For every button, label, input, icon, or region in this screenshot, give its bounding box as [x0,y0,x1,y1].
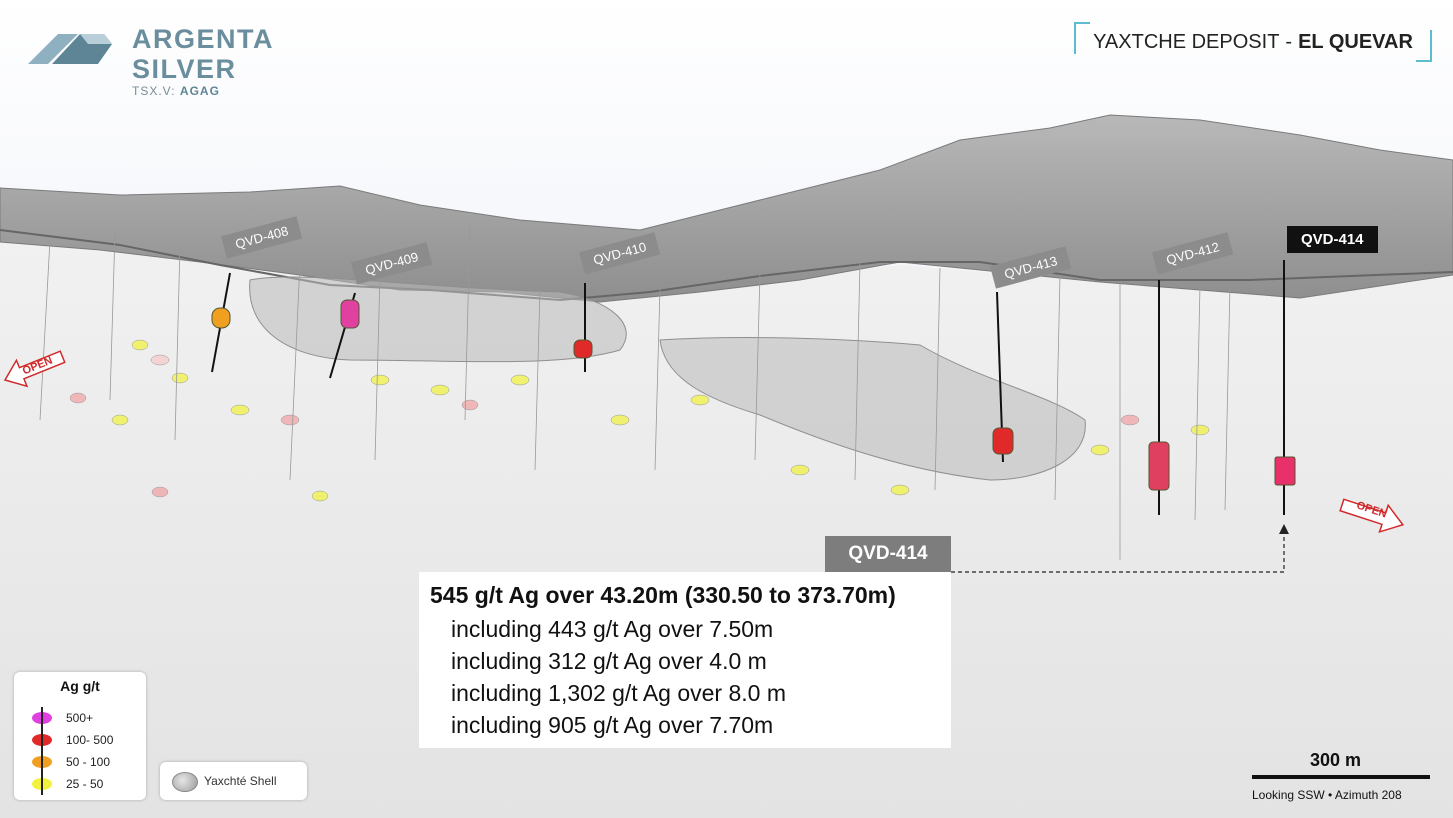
assay-callout: 545 g/t Ag over 43.20m (330.50 to 373.70… [419,572,951,748]
legend-label: 50 - 100 [66,755,111,769]
grade-legend: Ag g/t 500+ 100- 500 50 - 100 25 - 50 [14,672,146,800]
grade-swatch-icon [32,729,52,751]
looking-direction: Looking SSW [1252,788,1325,802]
callout-line: including 443 g/t Ag over 7.50m [451,616,774,642]
shell-legend: Yaxchté Shell [160,762,307,800]
legend-label: 500+ [66,711,94,725]
azimuth: Azimuth 208 [1334,788,1402,802]
exchange-label: TSX.V: [132,84,176,98]
title-separator: - [1285,30,1293,53]
legend-item: 50 - 100 [32,751,111,773]
shell-icon [172,772,198,792]
shell-legend-label: Yaxchté Shell [204,774,277,788]
bullet-separator: • [1328,788,1335,802]
callout-line: including 1,302 g/t Ag over 8.0 m [451,680,786,706]
hole-label-qvd-414: QVD-414 [1287,226,1378,253]
callout-line: including 905 g/t Ag over 7.70m [451,712,774,738]
brand-name: ARGENTA SILVER [132,24,273,84]
deposit-title: YAXTCHE DEPOSIT - EL QUEVAR [1074,22,1432,62]
title-main: YAXTCHE DEPOSIT [1093,30,1280,53]
grade-swatch-icon [32,773,52,795]
legend-item: 25 - 50 [32,773,104,795]
brand-logo: ARGENTA SILVER TSX.V: AGAG [26,24,386,98]
grade-swatch-icon [32,751,52,773]
legend-item: 500+ [32,707,94,729]
callout-line: including 312 g/t Ag over 4.0 m [451,648,767,674]
ticker-symbol: AGAG [179,84,220,98]
grade-swatch-icon [32,707,52,729]
title-bold: EL QUEVAR [1298,30,1413,53]
legend-label: 100- 500 [66,733,114,747]
scale-bar [1252,775,1430,779]
callout-headline: 545 g/t Ag over 43.20m (330.50 to 373.70… [430,582,896,608]
callout-hole-tag: QVD-414 [825,536,951,572]
scale-distance: 300 m [1310,750,1362,770]
legend-label: 25 - 50 [66,777,104,791]
view-direction: Looking SSW • Azimuth 208 [1252,788,1402,802]
legend-title: Ag g/t [60,678,100,694]
legend-item: 100- 500 [32,729,114,751]
brand-ticker: TSX.V: AGAG [132,84,386,98]
